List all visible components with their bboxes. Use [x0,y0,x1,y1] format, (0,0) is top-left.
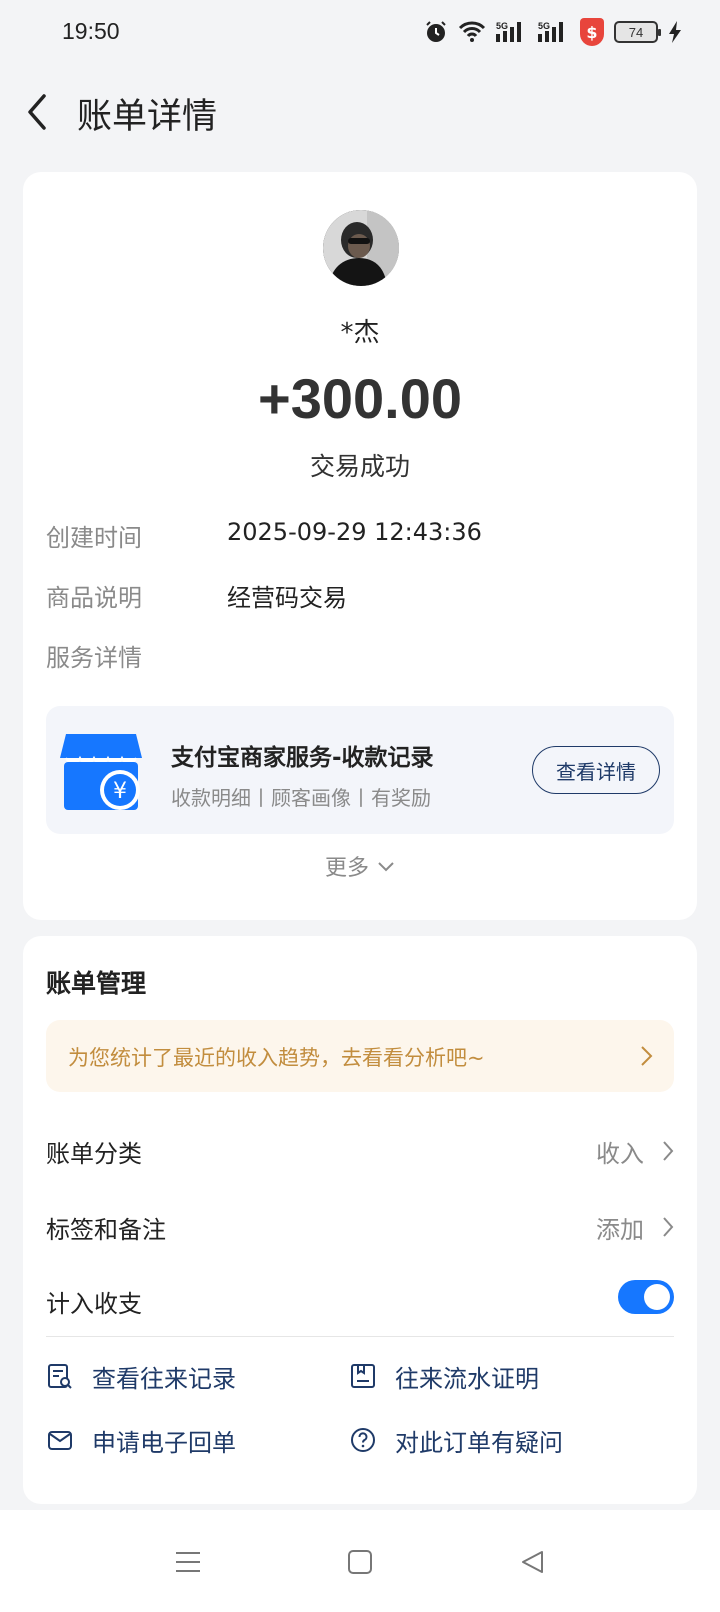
electronic-receipt-label: 申请电子回单 [92,1428,236,1457]
security-shield-icon: $ [580,18,604,46]
service-title: 支付宝商家服务-收款记录 [171,745,434,771]
charging-icon [668,21,682,43]
count-in-budget-toggle[interactable] [618,1280,674,1314]
home-icon[interactable] [338,1540,382,1584]
menu-icon[interactable] [166,1540,210,1584]
question-icon [351,1428,375,1452]
section-title: 账单管理 [46,969,147,998]
avatar[interactable] [323,210,399,286]
chevron-right-icon [662,1216,674,1238]
created-time-label: 创建时间 [46,524,142,552]
bill-management-card: 账单管理 为您统计了最近的收入趋势，去看看分析吧~ 账单分类 收入 标签和备注 … [23,936,697,1504]
statement-proof-link[interactable]: 往来流水证明 [349,1356,539,1396]
view-details-button[interactable]: 查看详情 [532,746,660,794]
battery-icon: 74 [614,21,661,43]
created-time-value: 2025-09-29 12:43:36 [227,518,482,546]
status-bar: 19:50 5G 5G $ 74 [0,0,720,64]
toggle-knob [644,1284,670,1310]
svg-text:5G: 5G [538,21,550,31]
chevron-right-icon [640,1044,654,1068]
bill-category-label: 账单分类 [46,1140,142,1168]
tip-text: 为您统计了最近的收入趋势，去看看分析吧~ [68,1046,485,1070]
merchant-store-icon: ¥ [60,728,146,814]
battery-level: 74 [628,24,644,40]
transaction-card: *杰 +300.00 交易成功 创建时间 2025-09-29 12:43:36… [23,172,697,920]
signal-5g-icon: 5G [496,20,528,44]
payer-name: *杰 [340,318,380,348]
statement-proof-label: 往来流水证明 [395,1364,539,1393]
income-trend-tip[interactable]: 为您统计了最近的收入趋势，去看看分析吧~ [46,1020,674,1092]
tags-notes-value: 添加 [596,1216,644,1244]
amount: +300.00 [258,367,462,430]
view-history-link[interactable]: 查看往来记录 [46,1356,236,1396]
mail-icon [48,1431,72,1450]
more-label: 更多 [324,856,369,881]
service-subtitle: 收款明细丨顾客画像丨有奖励 [171,786,431,810]
wifi-icon [458,21,486,43]
back-nav-icon[interactable] [510,1540,554,1584]
merchant-service-box[interactable]: ¥ 支付宝商家服务-收款记录 收款明细丨顾客画像丨有奖励 查看详情 [46,706,674,834]
chevron-right-icon [662,1140,674,1162]
bill-category-value: 收入 [596,1140,644,1168]
divider [46,1336,674,1337]
order-question-label: 对此订单有疑问 [395,1428,563,1457]
electronic-receipt-link[interactable]: 申请电子回单 [46,1420,236,1460]
count-in-budget-row: 计入收支 [46,1276,674,1326]
alarm-icon [424,20,448,44]
description-value: 经营码交易 [227,584,347,612]
svg-text:¥: ¥ [113,779,127,804]
more-button[interactable]: 更多 [23,850,697,882]
record-search-icon [48,1364,72,1389]
bill-category-row[interactable]: 账单分类 收入 [46,1126,674,1176]
header: 账单详情 [0,64,720,160]
status-icons: 5G 5G $ 74 [424,16,682,48]
system-nav-bar [0,1510,720,1612]
transaction-status: 交易成功 [309,452,410,481]
back-icon[interactable] [22,90,62,134]
description-label: 商品说明 [46,584,142,612]
chevron-down-icon [377,854,395,879]
count-in-budget-label: 计入收支 [46,1290,142,1318]
order-question-link[interactable]: 对此订单有疑问 [349,1420,563,1460]
document-icon [351,1364,375,1388]
status-time: 19:50 [62,18,120,44]
page-title: 账单详情 [77,97,218,137]
tags-notes-label: 标签和备注 [46,1216,166,1244]
signal-5g-icon: 5G [538,20,570,44]
service-details-label: 服务详情 [46,644,142,672]
tags-notes-row[interactable]: 标签和备注 添加 [46,1202,674,1252]
svg-text:5G: 5G [496,21,508,31]
view-history-label: 查看往来记录 [92,1364,236,1393]
